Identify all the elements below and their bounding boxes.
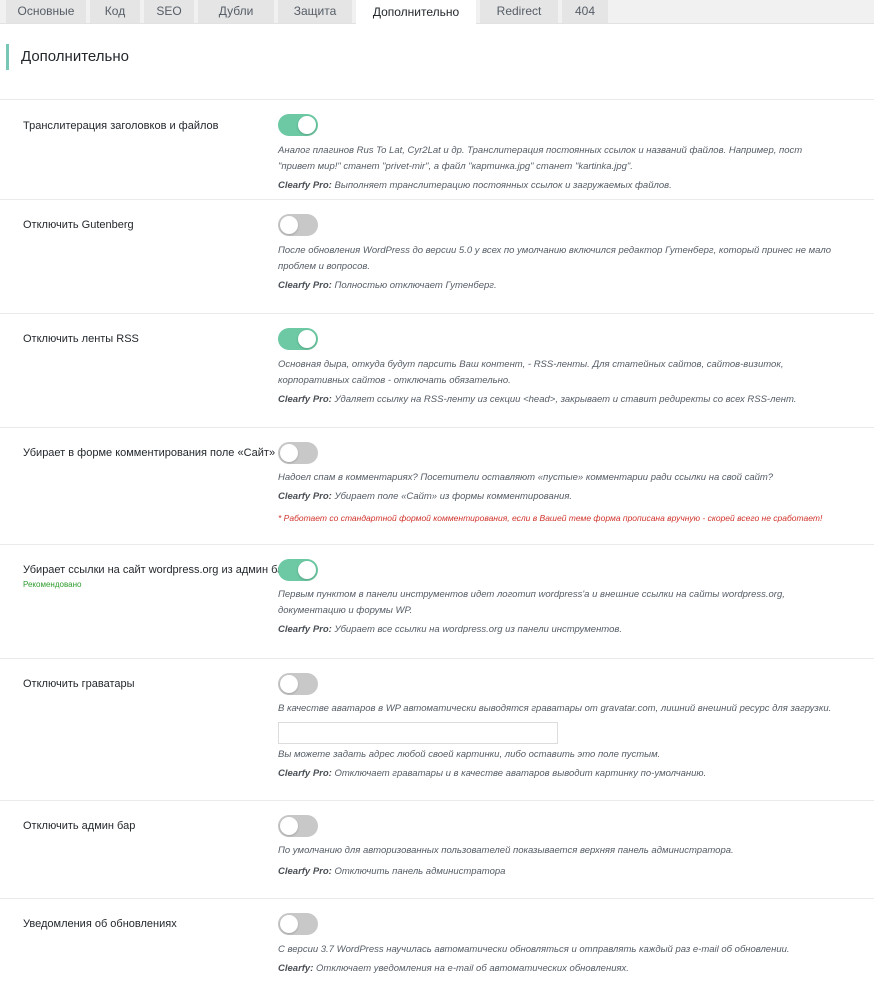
gutenberg-toggle[interactable] [278, 214, 318, 236]
accent-bar [6, 44, 9, 70]
setting-wp-links: Убирает ссылки на сайт wordpress.org из … [0, 545, 874, 659]
tab-osnovnye[interactable]: Основные [6, 0, 86, 23]
toggle-knob [280, 216, 298, 234]
tab-dopolnitelno[interactable]: Дополнительно [356, 0, 476, 24]
pro-label: Clearfy Pro: [278, 394, 332, 405]
pro-label: Clearfy: [278, 963, 314, 974]
toggle-knob [280, 915, 298, 933]
toggle-knob [280, 444, 298, 462]
setting-description: После обновления WordPress до версии 5.0… [278, 245, 831, 272]
tab-kod[interactable]: Код [90, 0, 140, 23]
recommended-badge: Рекомендовано [23, 580, 82, 589]
pro-text: Отключает уведомления на e-mail об автом… [316, 963, 629, 974]
setting-label: Уведомления об обновлениях [23, 918, 177, 930]
pro-note: Clearfy Pro: Полностью отключает Гутенбе… [278, 279, 858, 293]
comment-site-toggle[interactable] [278, 442, 318, 464]
tab-404[interactable]: 404 [562, 0, 608, 23]
pro-label: Clearfy Pro: [278, 280, 332, 291]
settings-content: Дополнительно Транслитерация заголовков … [0, 24, 874, 985]
toggle-knob [280, 675, 298, 693]
setting-gravatars: Отключить граватары В качестве аватаров … [0, 659, 874, 801]
update-notifications-toggle[interactable] [278, 913, 318, 935]
setting-rss: Отключить ленты RSS Основная дыра, откуд… [0, 314, 874, 428]
rss-toggle[interactable] [278, 328, 318, 350]
tab-seo[interactable]: SEO [144, 0, 194, 23]
setting-label: Отключить ленты RSS [23, 333, 139, 345]
pro-note: Clearfy Pro: Убирает все ссылки на wordp… [278, 623, 858, 637]
setting-description: Надоел спам в комментариях? Посетители о… [278, 472, 774, 483]
pro-note: Clearfy Pro: Отключает граватары и в кач… [278, 767, 858, 781]
toggle-knob [298, 116, 316, 134]
pro-note: Clearfy Pro: Убирает поле «Сайт» из форм… [278, 490, 858, 504]
setting-label: Убирает ссылки на сайт wordpress.org из … [23, 564, 296, 576]
setting-description: Первым пунктом в панели инструментов иде… [278, 589, 785, 616]
toggle-knob [298, 561, 316, 579]
tab-zashchita[interactable]: Защита [278, 0, 352, 23]
setting-admin-bar: Отключить админ бар По умолчанию для авт… [0, 801, 874, 899]
transliteration-toggle[interactable] [278, 114, 318, 136]
page-header: Дополнительно [0, 24, 874, 100]
setting-description: В качестве аватаров в WP автоматически в… [278, 703, 832, 714]
pro-text: Отключить панель администратора [334, 866, 506, 877]
pro-label: Clearfy Pro: [278, 768, 332, 779]
setting-label: Убирает в форме комментирования поле «Са… [23, 447, 276, 459]
admin-bar-toggle[interactable] [278, 815, 318, 837]
setting-label: Транслитерация заголовков и файлов [23, 120, 219, 132]
page-title: Дополнительно [21, 48, 129, 65]
gravatar-url-input[interactable] [278, 722, 558, 744]
pro-note: Clearfy Pro: Отключить панель администра… [278, 865, 858, 879]
pro-text: Удаляет ссылку на RSS-ленту из секции <h… [334, 394, 797, 405]
pro-note: Clearfy: Отключает уведомления на e-mail… [278, 962, 858, 976]
warning-note: * Работает со стандартной формой коммент… [278, 513, 823, 523]
pro-note: Clearfy Pro: Выполняет транслитерацию по… [278, 179, 858, 193]
pro-text: Отключает граватары и в качестве аватаро… [334, 768, 707, 779]
pro-label: Clearfy Pro: [278, 624, 332, 635]
setting-label: Отключить граватары [23, 678, 135, 690]
setting-description: Основная дыра, откуда будут парсить Ваш … [278, 359, 784, 386]
input-hint: Вы можете задать адрес любой своей карти… [278, 749, 661, 760]
setting-label: Отключить админ бар [23, 820, 136, 832]
setting-description: По умолчанию для авторизованных пользова… [278, 845, 734, 856]
setting-description: С версии 3.7 WordPress научилась автомат… [278, 944, 790, 955]
setting-label: Отключить Gutenberg [23, 219, 134, 231]
gravatars-toggle[interactable] [278, 673, 318, 695]
pro-label: Clearfy Pro: [278, 491, 332, 502]
setting-gutenberg: Отключить Gutenberg После обновления Wor… [0, 200, 874, 314]
tab-dubli[interactable]: Дубли [198, 0, 274, 23]
pro-note: Clearfy Pro: Удаляет ссылку на RSS-ленту… [278, 393, 858, 407]
setting-comment-site-field: Убирает в форме комментирования поле «Са… [0, 428, 874, 545]
pro-text: Убирает все ссылки на wordpress.org из п… [334, 624, 622, 635]
pro-text: Убирает поле «Сайт» из формы комментиров… [334, 491, 573, 502]
pro-text: Выполняет транслитерацию постоянных ссыл… [334, 180, 672, 191]
tab-redirect[interactable]: Redirect [480, 0, 558, 23]
setting-update-notifications: Уведомления об обновлениях С версии 3.7 … [0, 899, 874, 985]
pro-label: Clearfy Pro: [278, 866, 332, 877]
wp-links-toggle[interactable] [278, 559, 318, 581]
toggle-knob [280, 817, 298, 835]
settings-tabs: Основные Код SEO Дубли Защита Дополнител… [0, 0, 874, 24]
pro-text: Полностью отключает Гутенберг. [334, 280, 497, 291]
pro-label: Clearfy Pro: [278, 180, 332, 191]
toggle-knob [298, 330, 316, 348]
setting-description: Аналог плагинов Rus To Lat, Cyr2Lat и др… [278, 145, 803, 172]
setting-transliteration: Транслитерация заголовков и файлов Анало… [0, 100, 874, 200]
